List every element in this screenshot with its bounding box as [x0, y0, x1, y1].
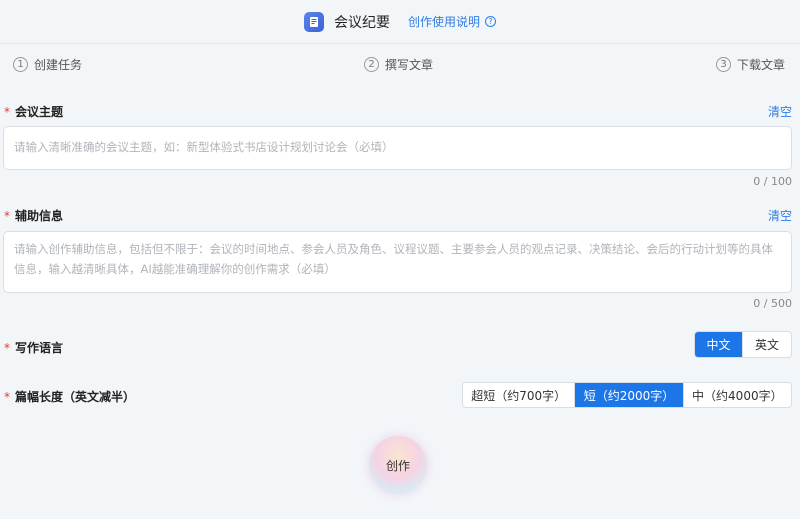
usage-guide-label: 创作使用说明 — [407, 15, 480, 29]
length-option-short[interactable]: 短（约2000字） — [575, 383, 684, 407]
required-mark: * — [4, 209, 10, 223]
language-selector: 中文 英文 — [694, 331, 792, 358]
length-option-extra-short[interactable]: 超短（约700字） — [463, 383, 576, 407]
length-selector: 超短（约700字） 短（约2000字） 中（约4000字） — [462, 382, 792, 408]
step-create-task: 1 创建任务 — [13, 56, 82, 73]
topic-counter: 0 / 100 — [753, 175, 792, 188]
info-clear-button[interactable]: 清空 — [768, 207, 792, 224]
required-mark: * — [4, 390, 10, 404]
topic-label: * 会议主题 — [4, 103, 63, 120]
step-number: 3 — [716, 57, 731, 72]
language-option-english[interactable]: 英文 — [743, 332, 791, 357]
create-button[interactable]: 创作 — [369, 436, 427, 494]
step-number: 2 — [364, 57, 379, 72]
info-textarea[interactable]: 请输入创作辅助信息，包括但不限于：会议的时间地点、参会人员及角色、议程议题、主要… — [3, 231, 792, 293]
step-number: 1 — [13, 57, 28, 72]
step-label: 创建任务 — [34, 58, 83, 72]
required-mark: * — [4, 341, 10, 355]
language-label-text: 写作语言 — [15, 341, 64, 355]
document-logo-icon — [303, 11, 324, 32]
step-write-article: 2 撰写文章 — [364, 56, 433, 73]
usage-guide-link[interactable]: 创作使用说明 ? — [408, 13, 496, 30]
question-icon: ? — [485, 16, 496, 27]
step-download-article: 3 下载文章 — [716, 56, 785, 73]
info-label-text: 辅助信息 — [15, 209, 64, 223]
length-label: * 篇幅长度（英文减半） — [4, 388, 135, 405]
topic-label-text: 会议主题 — [15, 105, 64, 119]
info-label: * 辅助信息 — [4, 207, 63, 224]
length-option-medium[interactable]: 中（约4000字） — [684, 383, 791, 407]
language-label: * 写作语言 — [4, 339, 63, 356]
required-mark: * — [4, 105, 10, 119]
language-option-chinese[interactable]: 中文 — [695, 332, 744, 357]
progress-steps: 1 创建任务 2 撰写文章 3 下载文章 — [0, 44, 800, 84]
app-header: 会议纪要 创作使用说明 ? — [0, 0, 800, 44]
length-label-text: 篇幅长度（英文减半） — [15, 390, 136, 404]
topic-input[interactable]: 请输入清晰准确的会议主题，如：新型体验式书店设计规划讨论会（必填） — [3, 126, 792, 170]
step-label: 撰写文章 — [385, 58, 434, 72]
app-title: 会议纪要 — [333, 14, 390, 31]
topic-clear-button[interactable]: 清空 — [768, 103, 792, 120]
step-label: 下载文章 — [737, 58, 786, 72]
info-counter: 0 / 500 — [753, 297, 792, 310]
